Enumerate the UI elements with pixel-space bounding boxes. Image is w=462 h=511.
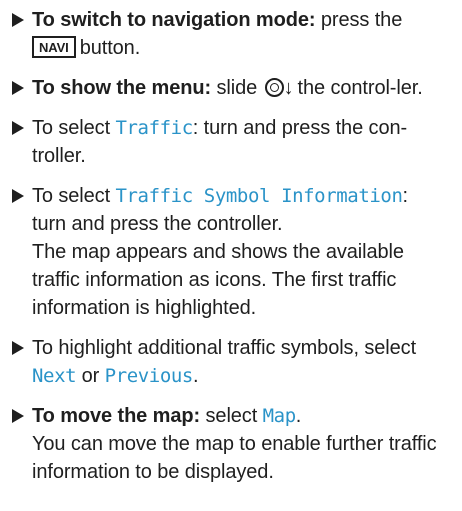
step-text: To highlight additional traffic symbols,… [32,337,417,359]
step-text: : [402,185,409,207]
bullet-arrow-icon [12,81,24,95]
step-text: To select [32,185,116,207]
step-text: To select [32,117,116,139]
bullet-arrow-icon [12,341,24,355]
step-text: button. [79,37,141,59]
bullet-arrow-icon [12,13,24,27]
menu-item-traffic-symbol-information: Traffic Symbol Information [115,185,403,207]
step-text: . [192,365,199,387]
step-text: or [76,365,105,387]
step-heading: To show the menu: [32,77,212,99]
step-heading: To switch to navigation mode: [32,9,316,31]
step-description: You can move the map to enable further t… [32,433,437,483]
step-text: turn and press the controller. [32,213,283,235]
step-text: select [200,405,263,427]
step-text: press the [315,9,403,31]
menu-item-previous: Previous [104,365,194,387]
step-text: . [295,405,302,427]
menu-item-map: Map [262,405,297,427]
bullet-arrow-icon [12,189,24,203]
step-select-traffic-symbol-information: To select Traffic Symbol Information: tu… [12,182,450,322]
menu-item-next: Next [32,365,77,387]
step-heading: To move the map: [32,405,201,427]
slide-down-arrow-icon: ↓ [283,77,294,99]
bullet-arrow-icon [12,409,24,423]
controller-icon [264,78,284,97]
step-description: The map appears and shows the available … [32,241,404,319]
step-move-map: To move the map: select Map. You can mov… [12,402,450,486]
menu-item-traffic: Traffic [115,117,193,139]
step-text: slide [211,77,258,99]
step-select-traffic: To select Traffic: turn and press the co… [12,114,450,170]
instruction-page: To switch to navigation mode: press the … [0,0,462,511]
bullet-arrow-icon [12,121,24,135]
step-navigation-mode: To switch to navigation mode: press the … [12,6,450,62]
step-highlight-symbols: To highlight additional traffic symbols,… [12,334,450,390]
step-text: the control-ler. [297,77,423,99]
navi-key-label: NAVI [32,36,76,58]
step-show-menu: To show the menu: slide ↓ the control-ler… [12,74,450,102]
